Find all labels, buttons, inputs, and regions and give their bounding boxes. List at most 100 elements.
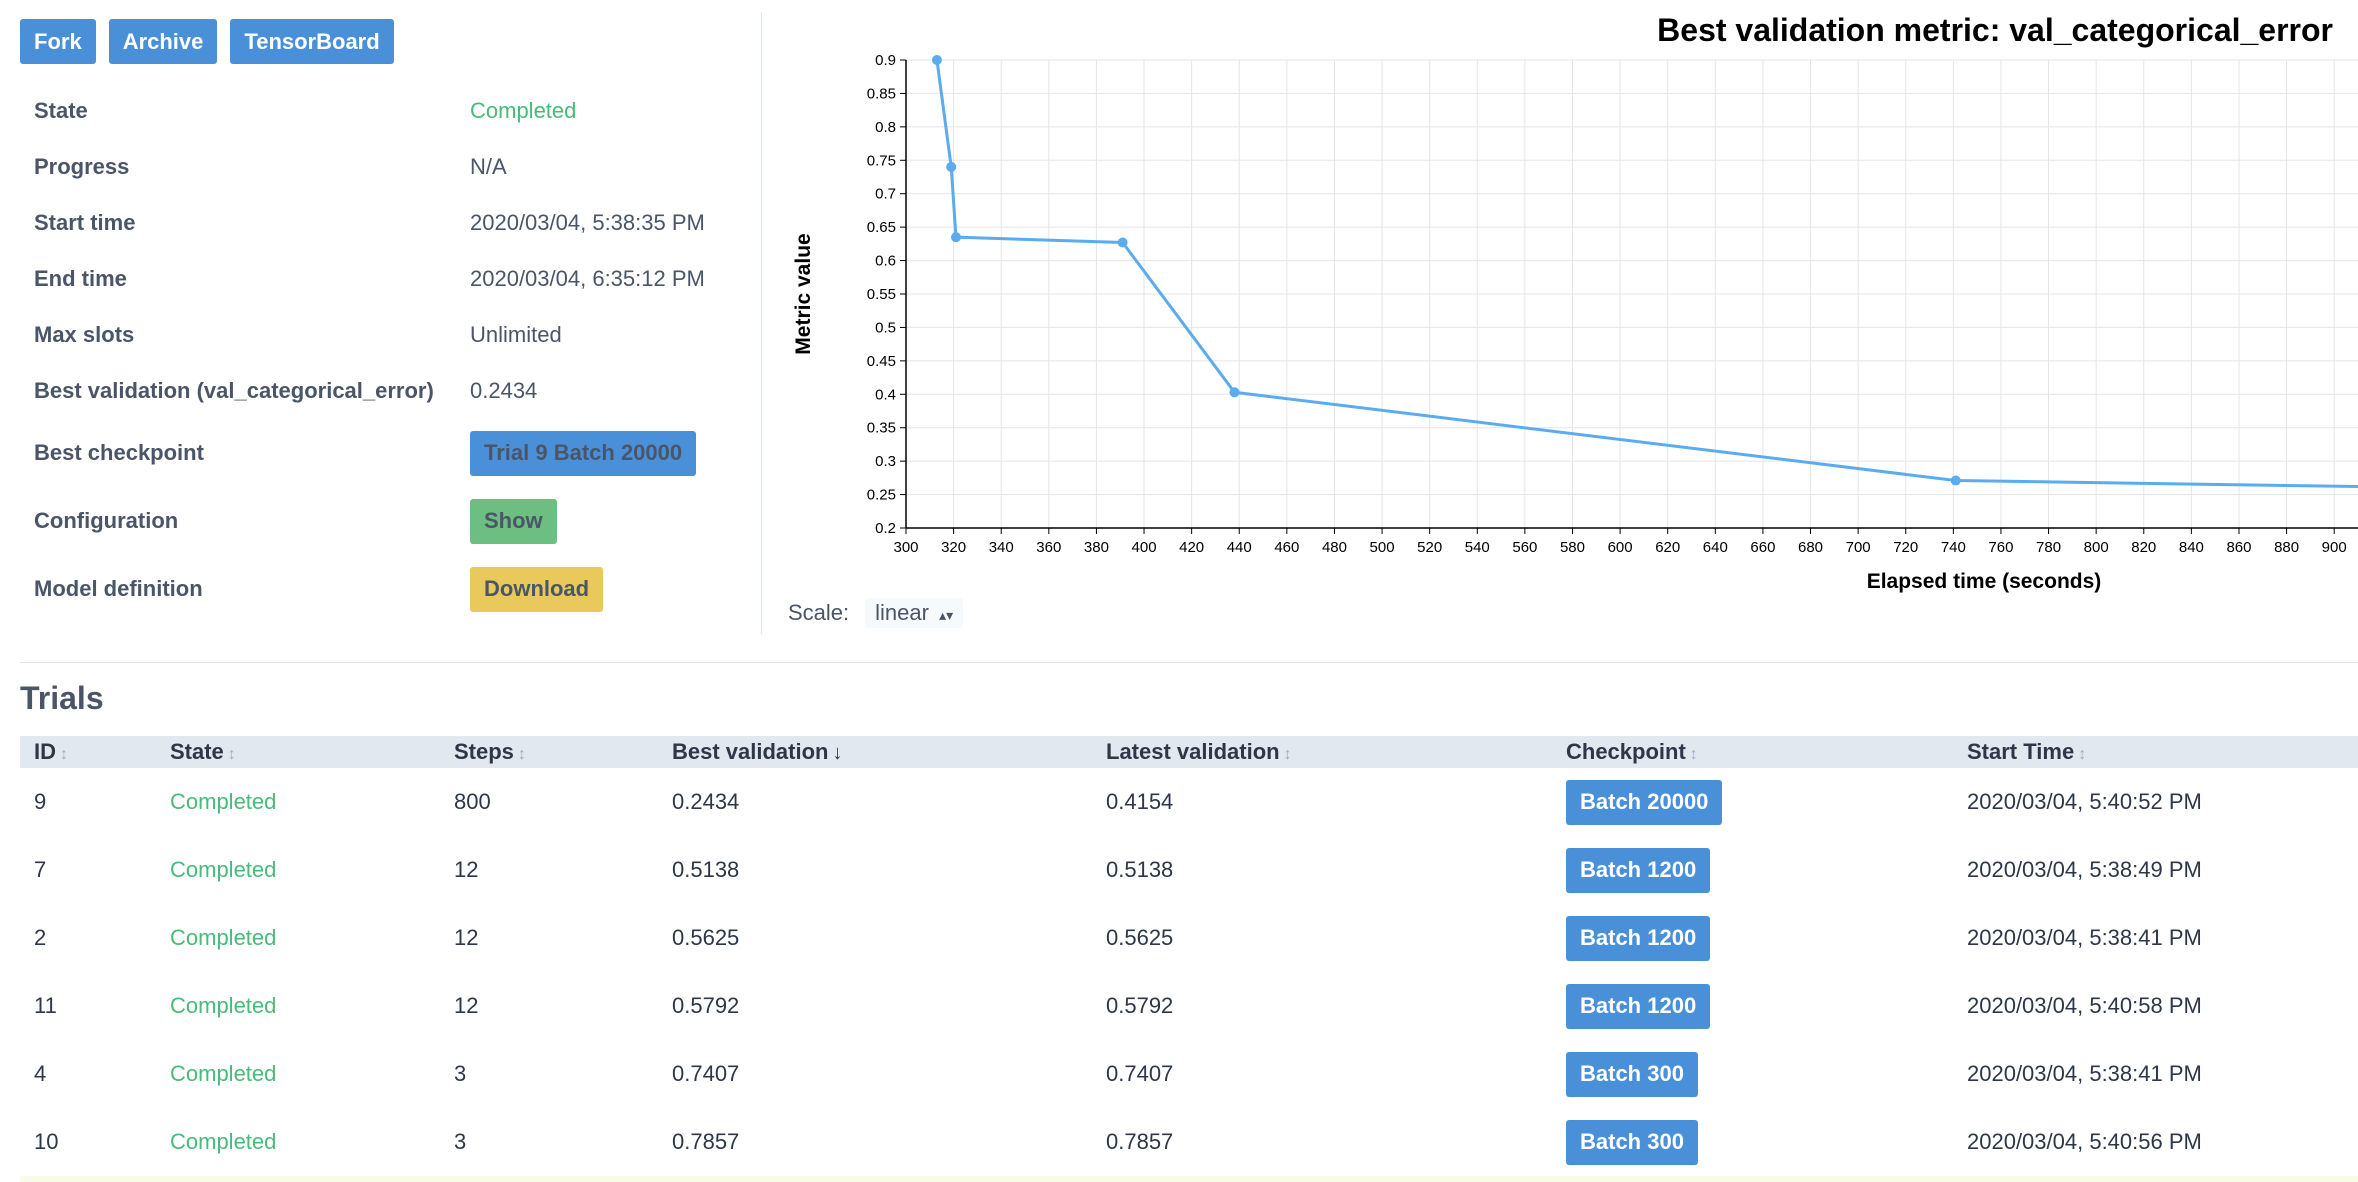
- x-tick-label: 300: [893, 539, 918, 556]
- x-tick-label: 680: [1798, 539, 1823, 556]
- cell-best-validation: 0.7407: [672, 1061, 740, 1086]
- y-tick-label: 0.45: [867, 353, 896, 370]
- info-row-best-checkpoint: Best checkpoint Trial 9 Batch 20000: [34, 428, 734, 478]
- column-header-steps[interactable]: Steps ↕: [454, 736, 526, 768]
- x-tick-label: 380: [1084, 539, 1109, 556]
- vertical-divider: [761, 12, 762, 634]
- column-header-checkpoint[interactable]: Checkpoint ↕: [1566, 736, 1698, 768]
- checkpoint-button[interactable]: Batch 1200: [1566, 847, 1711, 893]
- x-tick-label: 500: [1370, 539, 1395, 556]
- sort-icon: ↕: [1283, 746, 1292, 763]
- info-label: End time: [34, 266, 127, 291]
- fork-button[interactable]: Fork: [20, 19, 96, 64]
- column-header-id[interactable]: ID ↕: [34, 736, 68, 768]
- info-value: 2020/03/04, 5:38:35 PM: [470, 210, 705, 235]
- info-row-best-validation-val-categorical-error: Best validation (val_categorical_error) 0…: [34, 366, 734, 416]
- trials-table-body: 9 Completed 800 0.2434 0.4154 Batch 20000 2020…: [20, 768, 2358, 1176]
- table-row[interactable]: 9 Completed 800 0.2434 0.4154 Batch 20000 2020…: [20, 768, 2358, 836]
- horizontal-divider: [20, 662, 2358, 663]
- info-row-progress: Progress N/A: [34, 142, 734, 192]
- x-tick-label: 340: [989, 539, 1014, 556]
- sort-icon: ↕: [227, 746, 236, 763]
- x-axis-label: Elapsed time (seconds): [1867, 570, 2102, 593]
- data-point: [1950, 475, 1961, 486]
- cell-steps: 12: [454, 857, 479, 882]
- x-tick-label: 540: [1465, 539, 1490, 556]
- sort-icon: ↕: [517, 746, 526, 763]
- column-header-latest-validation[interactable]: Latest validation ↕: [1106, 736, 1292, 768]
- x-tick-label: 780: [2036, 539, 2061, 556]
- x-tick-label: 360: [1036, 539, 1061, 556]
- cell-best-validation: 0.5792: [672, 993, 740, 1018]
- x-tick-label: 580: [1560, 539, 1585, 556]
- info-label: Configuration: [34, 508, 179, 533]
- cell-id: 2: [34, 925, 47, 950]
- cell-state: Completed: [170, 1061, 277, 1086]
- checkpoint-button[interactable]: Batch 1200: [1566, 915, 1711, 961]
- experiment-toolbar: Fork Archive TensorBoard: [20, 19, 394, 64]
- cell-start-time: 2020/03/04, 5:38:41 PM: [1967, 1061, 2202, 1086]
- cell-checkpoint: Batch 1200: [1566, 836, 1711, 904]
- cell-steps: 3: [454, 1129, 467, 1154]
- cell-state: Completed: [170, 925, 277, 950]
- sort-icon: ↕: [60, 746, 68, 763]
- y-tick-label: 0.55: [867, 286, 896, 303]
- tensorboard-button[interactable]: TensorBoard: [230, 19, 394, 64]
- info-value: Unlimited: [470, 322, 562, 347]
- sort-descending-icon: ↓: [832, 742, 843, 764]
- cell-latest-validation: 0.5792: [1106, 993, 1174, 1018]
- cell-best-validation: 0.5138: [672, 857, 740, 882]
- x-tick-label: 640: [1703, 539, 1728, 556]
- model-definition-button[interactable]: Download: [470, 566, 604, 612]
- table-row[interactable]: 2 Completed 12 0.5625 0.5625 Batch 1200 2020/0…: [20, 904, 2358, 972]
- y-tick-label: 0.9: [875, 52, 896, 69]
- checkpoint-button[interactable]: Batch 20000: [1566, 779, 1723, 825]
- cell-latest-validation: 0.5625: [1106, 925, 1174, 950]
- info-label: State: [34, 98, 88, 123]
- x-tick-label: 560: [1512, 539, 1537, 556]
- x-tick-label: 900: [2322, 539, 2347, 556]
- cell-steps: 800: [454, 789, 491, 814]
- cell-start-time: 2020/03/04, 5:38:49 PM: [1967, 857, 2202, 882]
- x-tick-label: 420: [1179, 539, 1204, 556]
- y-tick-label: 0.2: [875, 520, 896, 537]
- scale-control: Scale: linear ▴▾: [788, 598, 964, 628]
- table-row[interactable]: 10 Completed 3 0.7857 0.7857 Batch 300 2020/03…: [20, 1108, 2358, 1176]
- table-row[interactable]: 11 Completed 12 0.5792 0.5792 Batch 1200 2020/…: [20, 972, 2358, 1040]
- best-checkpoint-button[interactable]: Trial 9 Batch 20000: [470, 430, 697, 476]
- y-tick-label: 0.7: [875, 186, 896, 203]
- scale-value: linear: [875, 600, 929, 625]
- x-tick-label: 320: [941, 539, 966, 556]
- table-row[interactable]: 7 Completed 12 0.5138 0.5138 Batch 1200 2020/0…: [20, 836, 2358, 904]
- y-tick-label: 0.75: [867, 152, 896, 169]
- configuration-button[interactable]: Show: [470, 498, 557, 544]
- info-label: Progress: [34, 154, 130, 179]
- column-header-start-time[interactable]: Start Time ↕: [1967, 736, 2086, 768]
- trials-heading: Trials: [20, 680, 104, 716]
- scale-select[interactable]: linear ▴▾: [865, 598, 964, 628]
- x-tick-label: 620: [1655, 539, 1680, 556]
- cell-best-validation: 0.5625: [672, 925, 740, 950]
- trials-table-header: ID ↕ State ↕ Steps ↕ Best validation ↓ Latest va…: [20, 736, 2358, 768]
- cell-steps: 12: [454, 925, 479, 950]
- checkpoint-button[interactable]: Batch 300: [1566, 1051, 1698, 1097]
- cell-start-time: 2020/03/04, 5:40:52 PM: [1967, 789, 2202, 814]
- data-point: [1229, 387, 1240, 398]
- column-header-best-validation[interactable]: Best validation ↓: [672, 736, 842, 768]
- column-header-state[interactable]: State ↕: [170, 736, 236, 768]
- cell-steps: 3: [454, 1061, 467, 1086]
- checkpoint-button[interactable]: Batch 300: [1566, 1119, 1698, 1165]
- cell-checkpoint: Batch 20000: [1566, 768, 1723, 836]
- table-row[interactable]: 4 Completed 3 0.7407 0.7407 Batch 300 2020/03/…: [20, 1040, 2358, 1108]
- info-label: Best checkpoint: [34, 440, 204, 465]
- y-tick-label: 0.35: [867, 420, 896, 437]
- archive-button[interactable]: Archive: [108, 19, 218, 64]
- checkpoint-button[interactable]: Batch 1200: [1566, 983, 1711, 1029]
- x-tick-label: 480: [1322, 539, 1347, 556]
- y-tick-label: 0.5: [875, 319, 896, 336]
- info-row-model-definition: Model definition Download: [34, 564, 734, 614]
- status-value: Completed: [470, 98, 577, 123]
- cell-latest-validation: 0.5138: [1106, 857, 1174, 882]
- x-tick-label: 840: [2179, 539, 2204, 556]
- x-tick-label: 700: [1846, 539, 1871, 556]
